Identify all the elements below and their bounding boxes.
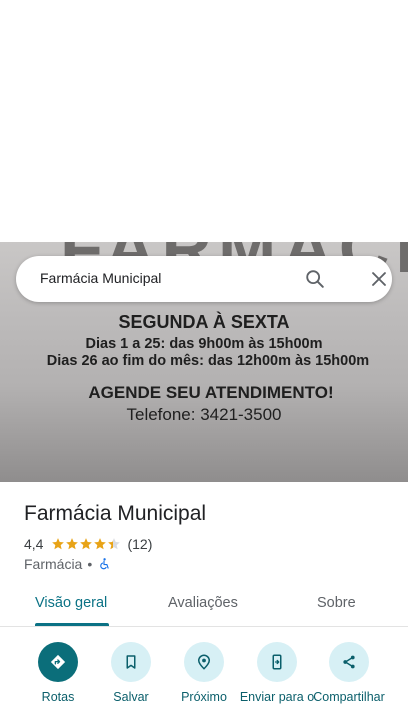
star-icon	[66, 538, 79, 550]
active-tab-indicator	[35, 623, 109, 626]
separator: •	[87, 556, 93, 572]
place-category: Farmácia	[24, 556, 83, 572]
place-title: Farmácia Municipal	[24, 502, 207, 525]
search-bar[interactable]: Farmácia Municipal	[16, 256, 392, 302]
wheelchair-icon	[100, 558, 109, 570]
tab-overview[interactable]: Visão geral	[35, 595, 107, 611]
star-icon	[80, 538, 93, 550]
save-label: Salvar	[113, 690, 149, 704]
nearby-label: Próximo	[181, 690, 227, 704]
directions-label: Rotas	[41, 690, 75, 704]
share-icon	[329, 642, 369, 682]
rating-row[interactable]: 4,4 (12)	[24, 536, 152, 552]
review-count[interactable]: (12)	[127, 536, 152, 552]
nearby-icon	[184, 642, 224, 682]
star-icon	[108, 538, 121, 550]
place-tabs: Visão geral Avaliações Sobre	[0, 590, 408, 627]
star-icon	[52, 538, 65, 550]
photo-text-line: Telefone: 3421-3500	[126, 405, 282, 424]
photo-text-line: Dias 26 ao fim do mês: das 12h00m às 15h…	[46, 353, 370, 369]
directions-button[interactable]: Rotas	[18, 642, 98, 704]
send-to-phone-label: Enviar para o	[239, 690, 315, 704]
photo-text-line: SEGUNDA À SEXTA	[118, 312, 290, 332]
rating-value: 4,4	[24, 536, 44, 552]
search-query[interactable]: Farmácia Municipal	[40, 270, 161, 286]
nearby-button[interactable]: Próximo	[164, 642, 244, 704]
share-label: Compartilhar	[313, 690, 385, 704]
photo-text-line: AGENDE SEU ATENDIMENTO!	[88, 383, 334, 402]
star-icon	[94, 538, 107, 550]
save-button[interactable]: Salvar	[91, 642, 171, 704]
action-bar: Rotas Salvar Próximo Enviar para o Compa…	[0, 642, 408, 726]
close-icon[interactable]	[368, 268, 390, 290]
search-icon[interactable]	[304, 268, 326, 290]
send-to-phone-icon	[257, 642, 297, 682]
bookmark-icon	[111, 642, 151, 682]
tab-about[interactable]: Sobre	[317, 595, 356, 611]
send-to-phone-button[interactable]: Enviar para o	[237, 642, 317, 704]
star-rating	[51, 537, 121, 551]
photo-text-line: Dias 1 a 25: das 9h00m às 15h00m	[85, 336, 323, 352]
share-button[interactable]: Compartilhar	[309, 642, 389, 704]
tab-reviews[interactable]: Avaliações	[168, 595, 238, 611]
directions-icon	[38, 642, 78, 682]
category-row: Farmácia •	[24, 556, 111, 572]
